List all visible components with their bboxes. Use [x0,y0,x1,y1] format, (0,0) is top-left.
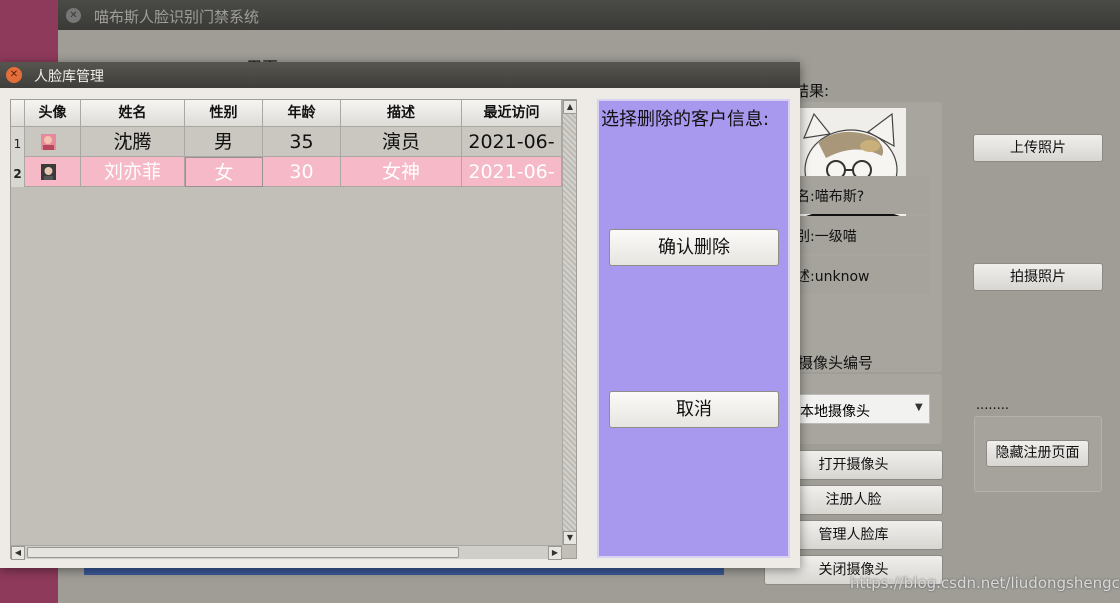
take-photo-button[interactable]: 拍摄照片 [973,263,1103,291]
avatar-cell[interactable] [25,127,81,157]
header-age[interactable]: 年龄 [263,100,341,127]
watermark: https://blog.csdn.net/liudongshengcn [850,574,1120,592]
avatar-thumbnail [41,134,56,150]
header-last-visit[interactable]: 最近访问 [462,100,562,127]
scroll-down-icon[interactable]: ▼ [563,531,577,545]
delete-panel-title: 选择删除的客户信息: [601,109,770,130]
horizontal-scroll-thumb[interactable] [27,547,459,558]
cell-age[interactable]: 35 [263,127,341,157]
close-icon[interactable]: ✕ [6,67,22,83]
dialog-body: 头像 姓名 性别 年龄 描述 最近访问 1 沈腾 男 35 演员 2021-06… [0,88,800,568]
header-avatar[interactable]: 头像 [25,100,81,127]
main-close-icon[interactable]: ✕ [66,8,81,23]
header-gender[interactable]: 性别 [185,100,263,127]
cell-name[interactable]: 沈腾 [81,127,185,157]
hide-register-button[interactable]: 隐藏注册页面 [986,440,1089,467]
upload-photo-button[interactable]: 上传照片 [973,134,1103,162]
header-description[interactable]: 描述 [341,100,462,127]
cell-description[interactable]: 女神 [341,157,462,187]
main-titlebar: ✕ 喵布斯人脸识别门禁系统 [58,0,1120,30]
cell-age[interactable]: 30 [263,157,341,187]
scroll-up-icon[interactable]: ▲ [563,100,577,114]
table-header: 头像 姓名 性别 年龄 描述 最近访问 [11,100,562,127]
delete-panel: 选择删除的客户信息: 确认删除 取消 [597,99,790,558]
vertical-scrollbar[interactable]: ▲ ▼ [562,100,577,545]
cell-description[interactable]: 演员 [341,127,462,157]
dialog-titlebar: ✕ 人脸库管理 [0,62,800,88]
avatar-thumbnail [41,164,56,180]
main-window-title: 喵布斯人脸识别门禁系统 [94,8,260,26]
dots-label: ........ [976,398,1010,413]
dialog-title: 人脸库管理 [34,69,104,85]
scroll-left-icon[interactable]: ◀ [11,546,25,560]
info-name: 名:喵布斯? [788,176,930,214]
table-row-selected[interactable]: 2 刘亦菲 女 30 女神 2021-06- [11,157,562,187]
face-table[interactable]: 头像 姓名 性别 年龄 描述 最近访问 1 沈腾 男 35 演员 2021-06… [10,99,577,560]
corner-cell [11,100,25,127]
row-number[interactable]: 2 [11,157,25,187]
face-library-dialog: ✕ 人脸库管理 头像 姓名 性别 年龄 描述 最近访问 1 沈腾 男 35 演员… [0,62,800,568]
confirm-delete-button[interactable]: 确认删除 [609,229,779,266]
header-name[interactable]: 姓名 [81,100,185,127]
table-row[interactable]: 1 沈腾 男 35 演员 2021-06- [11,127,562,157]
info-description: 述:unknow [788,256,930,294]
cancel-button[interactable]: 取消 [609,391,779,428]
cell-gender[interactable]: 男 [185,127,263,157]
scroll-right-icon[interactable]: ▶ [548,546,562,560]
info-level: 别:一级喵 [788,216,930,254]
cell-last-visit[interactable]: 2021-06- [462,127,562,157]
cell-last-visit[interactable]: 2021-06- [462,157,562,187]
avatar-cell[interactable] [25,157,81,187]
chevron-down-icon[interactable]: ▼ [915,402,923,413]
cell-gender[interactable]: 女 [185,157,263,187]
camera-number-label: 摄像头编号 [798,354,874,372]
row-number[interactable]: 1 [11,127,25,157]
horizontal-scrollbar[interactable]: ◀ ▶ [11,545,562,560]
cell-name[interactable]: 刘亦菲 [81,157,185,187]
bottom-strip [84,567,724,575]
camera-select[interactable]: 本地摄像头 [791,394,930,424]
